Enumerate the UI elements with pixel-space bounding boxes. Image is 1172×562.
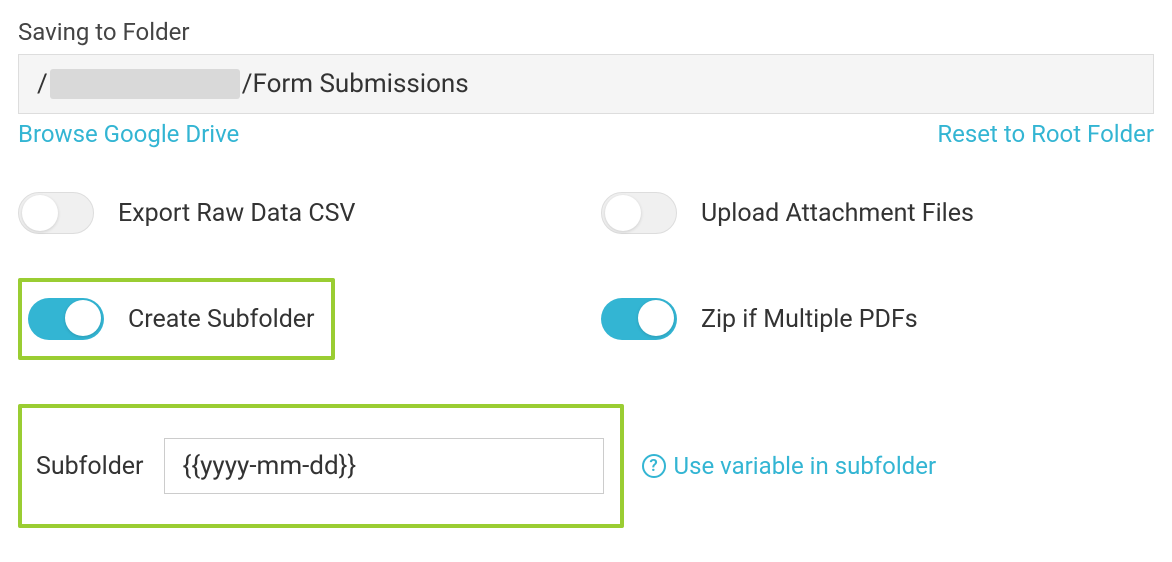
create-subfolder-highlight: Create Subfolder [18,278,571,360]
use-variable-link[interactable]: ? Use variable in subfolder [642,452,937,480]
subfolder-highlight: Subfolder [18,404,624,528]
toggle-knob [605,195,641,231]
zip-multiple-toggle[interactable] [601,298,677,340]
toggle-knob [638,300,674,336]
folder-links-row: Browse Google Drive Reset to Root Folder [18,120,1154,148]
reset-root-link[interactable]: Reset to Root Folder [937,120,1154,148]
use-variable-text: Use variable in subfolder [674,452,937,480]
export-raw-toggle-item: Export Raw Data CSV [18,192,571,234]
redacted-segment [50,69,240,99]
section-label: Saving to Folder [18,18,1154,46]
browse-drive-link[interactable]: Browse Google Drive [18,120,239,148]
create-subfolder-toggle[interactable] [28,298,104,340]
help-icon: ? [642,454,666,478]
export-raw-label: Export Raw Data CSV [118,199,355,228]
zip-multiple-label: Zip if Multiple PDFs [701,305,918,334]
path-suffix: /Form Submissions [242,69,469,99]
upload-attachment-label: Upload Attachment Files [701,199,974,228]
folder-path-display: / /Form Submissions [18,54,1154,114]
create-subfolder-label: Create Subfolder [128,305,315,334]
export-raw-toggle[interactable] [18,192,94,234]
subfolder-label: Subfolder [36,452,144,481]
toggle-knob [65,300,101,336]
create-subfolder-toggle-item: Create Subfolder [28,298,315,340]
toggle-knob [22,195,58,231]
zip-multiple-toggle-item: Zip if Multiple PDFs [601,278,1154,360]
upload-attachment-toggle-item: Upload Attachment Files [601,192,1154,234]
toggles-grid: Export Raw Data CSV Upload Attachment Fi… [18,192,1154,360]
upload-attachment-toggle[interactable] [601,192,677,234]
path-prefix: / [37,69,48,99]
subfolder-input[interactable] [164,438,604,494]
subfolder-row: Subfolder ? Use variable in subfolder [18,404,1154,528]
